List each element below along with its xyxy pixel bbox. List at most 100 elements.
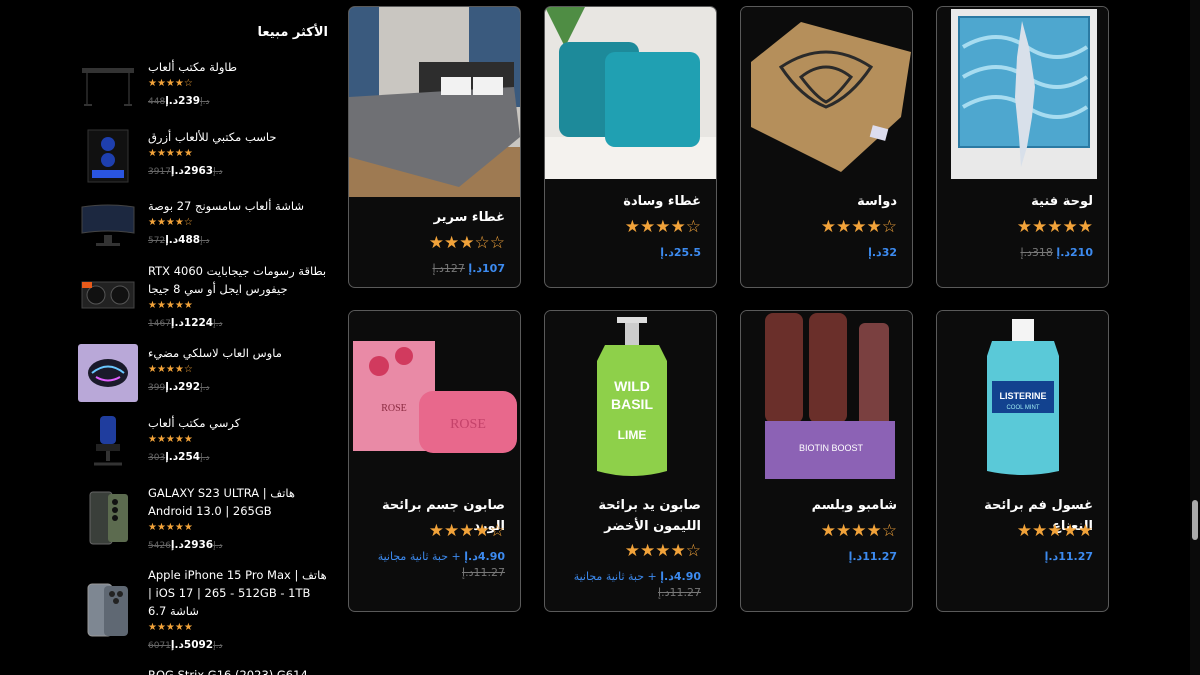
svg-text:ROSE: ROSE xyxy=(450,417,486,432)
product-price: 11.27د.إ xyxy=(747,549,897,565)
svg-text:LISTERINE: LISTERINE xyxy=(999,391,1046,401)
product-price: 107د.إ 127د.إ xyxy=(355,261,505,277)
free-item-offer: + حبة ثانية مجانية xyxy=(573,570,657,583)
product-price: 25.5د.إ xyxy=(551,245,701,261)
scrollbar-thumb[interactable] xyxy=(1192,500,1198,540)
product-title[interactable]: لوحة فنية xyxy=(943,191,1093,212)
item-name[interactable]: ROG Strix G16 (2023) G614 xyxy=(148,666,328,675)
old-price: 127د.إ xyxy=(432,262,465,275)
item-name[interactable]: حاسب مكتبي للألعاب أزرق xyxy=(148,128,328,146)
gaming-mouse-image[interactable] xyxy=(78,344,138,402)
item-name[interactable]: طاولة مكتب ألعاب xyxy=(148,58,328,76)
item-name[interactable]: شاشة ألعاب سامسونج 27 بوصة xyxy=(148,197,328,215)
graphics-card-image[interactable] xyxy=(78,274,138,332)
item-name[interactable]: هاتف GALAXY S23 ULTRA | Android 13.0 | 2… xyxy=(148,484,328,520)
best-sellers-title: الأكثر مبيعا xyxy=(257,25,329,40)
rating-stars: ★★★★★ xyxy=(148,148,193,159)
rating-stars: ★★★★☆ xyxy=(148,217,193,228)
product-price: 4.90د.إ + حبة ثانية مجانية 11.27د.إ xyxy=(551,569,701,601)
current-price: 107د.إ xyxy=(468,262,505,275)
current-price: 4.90د.إ xyxy=(464,550,505,563)
product-title[interactable]: صابون يد برائحة الليمون الأخضر xyxy=(551,495,701,537)
product-card[interactable]: WILD BASIL LIME صابون يد برائحة الليمون … xyxy=(544,310,717,612)
product-card[interactable]: LISTERINE COOL MINT غسول فم برائحة النعن… xyxy=(936,310,1109,612)
item-price: 6071د.إ5092د.إ xyxy=(148,636,328,655)
rating-stars: ★★★★☆ xyxy=(148,364,193,375)
svg-text:COOL MINT: COOL MINT xyxy=(1006,405,1039,411)
product-price: 32د.إ xyxy=(747,245,897,261)
item-price: 5426د.إ2936د.إ xyxy=(148,536,328,555)
current-price: 1224د.إ xyxy=(170,317,214,329)
current-price: 239د.إ xyxy=(165,95,201,107)
current-price: 210د.إ xyxy=(1056,246,1093,259)
current-price: 488د.إ xyxy=(165,234,201,246)
rating-stars: ★★★★★ xyxy=(148,622,193,633)
best-sellers-sidebar: الأكثر مبيعا طاولة مكتب ألعاب ★★★★☆ 448د… xyxy=(78,0,328,675)
rating-stars: ★★★★★ xyxy=(1016,217,1093,237)
gaming-chair-image[interactable] xyxy=(78,414,138,472)
product-card[interactable]: BIOTIN BOOST شامبو وبلسم ★★★★☆ 11.27د.إ xyxy=(740,310,913,612)
product-card[interactable]: لوحة فنية ★★★★★ 210د.إ 318د.إ xyxy=(936,6,1109,288)
product-card[interactable]: غطاء سرير ★★★☆☆ 107د.إ 127د.إ xyxy=(348,6,521,288)
item-name[interactable]: هاتف Apple iPhone 15 Pro Max | iOS 17 | … xyxy=(148,566,328,620)
current-price: 4.90د.إ xyxy=(660,570,701,583)
gaming-pc-image[interactable] xyxy=(78,128,138,186)
product-image-hand-soap[interactable]: WILD BASIL LIME xyxy=(545,311,716,483)
product-title[interactable]: غطاء وسادة xyxy=(551,191,701,212)
product-image-rose-soap[interactable]: ROSE ROSE xyxy=(349,311,520,483)
product-price: 210د.إ 318د.إ xyxy=(943,245,1093,261)
item-price: 399د.إ292د.إ xyxy=(148,378,328,397)
current-price: 2963د.إ xyxy=(170,165,214,177)
item-price: 448د.إ239د.إ xyxy=(148,92,328,111)
product-card[interactable]: غطاء وسادة ★★★★☆ 25.5د.إ xyxy=(544,6,717,288)
product-image-pillow[interactable] xyxy=(545,7,716,179)
rating-stars: ★★★★★ xyxy=(148,300,193,311)
gaming-desk-image[interactable] xyxy=(78,58,138,116)
galaxy-phone-image[interactable] xyxy=(78,490,138,548)
product-title[interactable]: غطاء سرير xyxy=(355,207,505,228)
product-image-art[interactable] xyxy=(937,7,1108,179)
old-price: 11.27د.إ xyxy=(462,566,505,579)
item-price: 572د.إ488د.إ xyxy=(148,231,328,250)
product-card[interactable]: ROSE ROSE صابون جسم برائحة الورد ★★★★☆ 4… xyxy=(348,310,521,612)
rating-stars: ★★★★★ xyxy=(148,522,193,533)
svg-text:BASIL: BASIL xyxy=(611,396,653,412)
current-price: 32د.إ xyxy=(868,246,897,259)
svg-text:LIME: LIME xyxy=(618,428,647,442)
gaming-monitor-image[interactable] xyxy=(78,197,138,255)
rating-stars: ★★★★☆ xyxy=(820,217,897,237)
current-price: 11.27د.إ xyxy=(848,550,897,563)
rating-stars: ★★★★☆ xyxy=(624,217,701,237)
product-title[interactable]: دواسة xyxy=(747,191,897,212)
page-scrollbar[interactable] xyxy=(1190,0,1200,675)
product-title[interactable]: شامبو وبلسم xyxy=(747,495,897,516)
product-image-bedspread[interactable] xyxy=(349,7,520,197)
rating-stars: ★★★★☆ xyxy=(820,521,897,541)
free-item-offer: + حبة ثانية مجانية xyxy=(377,550,461,563)
product-price: 4.90د.إ + حبة ثانية مجانية 11.27د.إ xyxy=(355,549,505,581)
current-price: 11.27د.إ xyxy=(1044,550,1093,563)
rating-stars: ★★★★★ xyxy=(148,434,193,445)
svg-text:WILD: WILD xyxy=(614,378,650,394)
product-image-doormat[interactable] xyxy=(741,7,912,179)
item-name[interactable]: ماوس العاب لاسلكي مضيء xyxy=(148,344,328,362)
rating-stars: ★★★★☆ xyxy=(148,78,193,89)
item-price: 3917د.إ2963د.إ xyxy=(148,162,328,181)
product-card[interactable]: دواسة ★★★★☆ 32د.إ xyxy=(740,6,913,288)
current-price: 254د.إ xyxy=(165,451,201,463)
product-price: 11.27د.إ xyxy=(943,549,1093,565)
item-name[interactable]: كرسي مكتب ألعاب xyxy=(148,414,328,432)
item-price: 1467د.إ1224د.إ xyxy=(148,314,328,333)
current-price: 25.5د.إ xyxy=(660,246,701,259)
rating-stars: ★★★★☆ xyxy=(428,521,505,541)
svg-text:BIOTIN BOOST: BIOTIN BOOST xyxy=(799,443,864,453)
iphone-image[interactable] xyxy=(78,582,138,640)
product-image-shampoo[interactable]: BIOTIN BOOST xyxy=(741,311,912,483)
rating-stars: ★★★★★ xyxy=(1016,521,1093,541)
product-image-mouthwash[interactable]: LISTERINE COOL MINT xyxy=(937,311,1108,483)
item-price: 303د.إ254د.إ xyxy=(148,448,328,467)
svg-text:ROSE: ROSE xyxy=(381,403,407,414)
rating-stars: ★★★☆☆ xyxy=(428,233,505,253)
current-price: 5092د.إ xyxy=(170,639,214,651)
item-name[interactable]: بطاقة رسومات جيجابايت RTX 4060 جيفورس اي… xyxy=(148,262,328,298)
